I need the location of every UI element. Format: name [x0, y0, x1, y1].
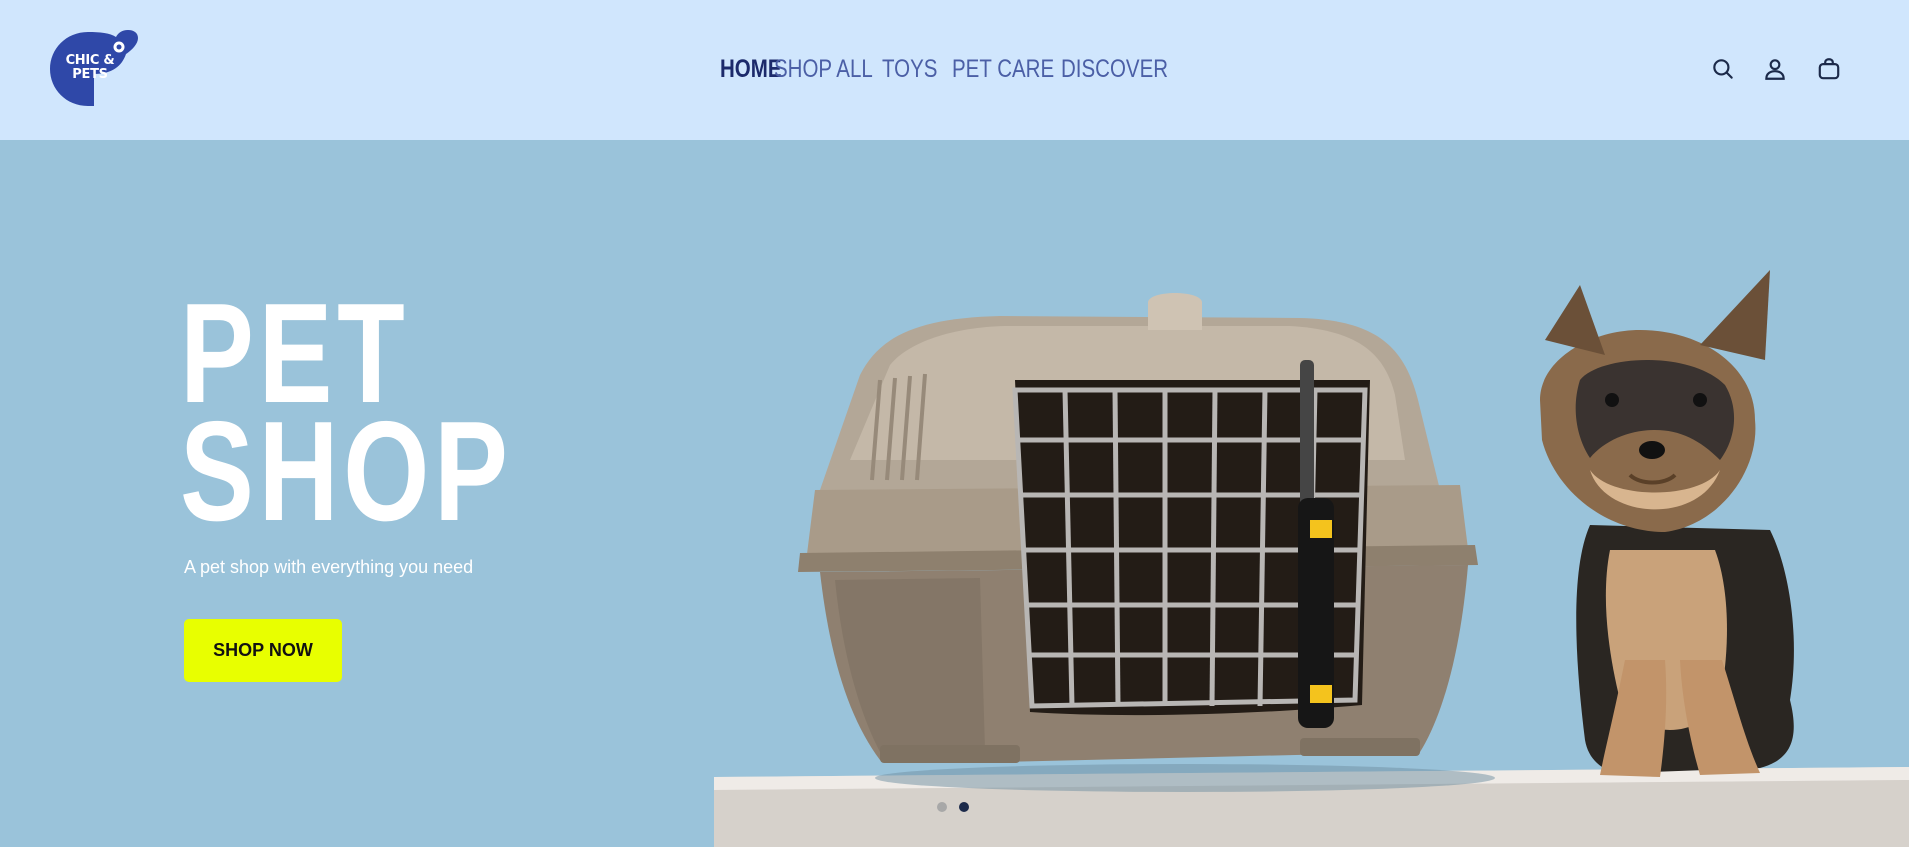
brand-logo[interactable]: CHIC & PETS [50, 30, 140, 108]
logo-text: CHIC & PETS [65, 53, 115, 82]
yorkshire-terrier-image [1540, 270, 1794, 777]
site-header: CHIC & PETS HOME SHOP ALL TOYS PET CARE … [0, 0, 1909, 140]
hero-title: PET SHOP [180, 283, 513, 551]
slide-indicator [937, 802, 969, 812]
search-icon[interactable] [1710, 56, 1736, 82]
slide-dot-2[interactable] [959, 802, 969, 812]
nav-item-pet-care[interactable]: PET CARE [952, 55, 1054, 84]
shop-now-button[interactable]: SHOP NOW [184, 619, 342, 682]
nav-item-home[interactable]: HOME [720, 55, 782, 84]
nav-item-discover[interactable]: DISCOVER [1061, 55, 1168, 84]
hero-title-line2: SHOP [180, 392, 513, 551]
nav-item-shop-all[interactable]: SHOP ALL [774, 55, 873, 84]
hero-subtitle: A pet shop with everything you need [184, 557, 474, 577]
slide-dot-1[interactable] [937, 802, 947, 812]
account-icon[interactable] [1762, 56, 1788, 82]
hero-banner: PET SHOP A pet shop with everything you … [0, 140, 1909, 847]
nav-item-toys[interactable]: TOYS [882, 55, 937, 84]
cart-icon[interactable] [1816, 56, 1842, 82]
main-nav: HOME SHOP ALL TOYS PET CARE DISCOVER [720, 49, 1168, 89]
pet-carrier-image [798, 293, 1495, 792]
